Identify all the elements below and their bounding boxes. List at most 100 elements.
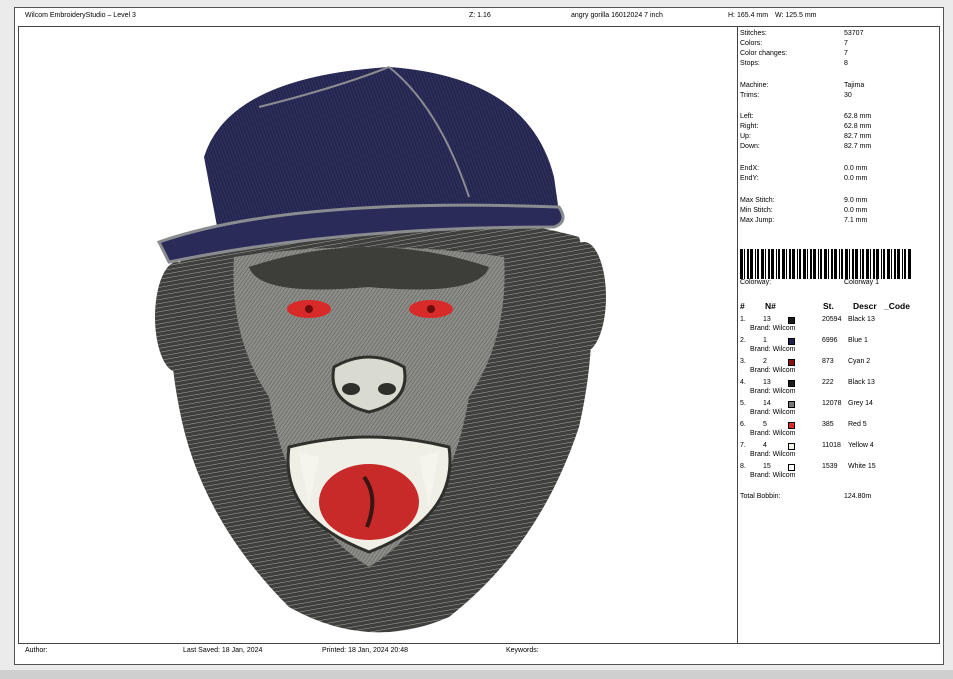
stat-label: Color changes: [740, 50, 788, 57]
col-needle-header: N# [765, 301, 776, 311]
print-preview-sheet: Wilcom EmbroideryStudio – Level 3 Z: 1.1… [14, 7, 944, 665]
row-stitches: 1539 [822, 463, 838, 470]
row-brand: Brand: Wilcom [750, 430, 796, 437]
barcode-bar [776, 249, 777, 279]
barcode-bar [902, 249, 903, 279]
barcode-bar [744, 249, 745, 279]
row-stitches: 385 [822, 421, 834, 428]
thread-color-swatch [788, 317, 795, 324]
last-saved: Last Saved: 18 Jan, 2024 [183, 647, 263, 654]
barcode-bar [792, 249, 795, 279]
stat-value: 0.0 mm [844, 175, 868, 182]
row-brand: Brand: Wilcom [750, 409, 796, 416]
barcode-bar [908, 249, 911, 279]
barcode-bar [887, 249, 890, 279]
panel-divider [737, 27, 738, 643]
row-stitches: 11018 [822, 442, 841, 449]
barcode-bar [876, 249, 879, 279]
row-brand: Brand: Wilcom [750, 388, 796, 395]
row-stitches: 12078 [822, 400, 842, 407]
row-index: 6. [740, 421, 746, 428]
stat-row: Down: 82.7 mm [740, 143, 940, 152]
stat-row: Max Stitch: 9.0 mm [740, 197, 940, 206]
row-index: 7. [740, 442, 746, 449]
barcode-bar [803, 249, 806, 279]
stat-value: 7 [844, 50, 848, 57]
stat-row: Colors: 7 [740, 40, 940, 49]
row-needle: 15 [763, 463, 771, 470]
stat-row: EndY: 0.0 mm [740, 175, 940, 184]
col-code-header: _Code [884, 301, 910, 311]
window-status-strip [0, 670, 953, 679]
total-bobbin-label: Total Bobbin: [740, 493, 781, 500]
row-needle: 2 [763, 358, 767, 365]
zoom-readout: Z: 1.16 [469, 12, 491, 19]
row-description: Cyan 2 [848, 358, 871, 365]
stat-value: 7.1 mm [844, 217, 868, 224]
stat-row: Color changes: 7 [740, 50, 940, 59]
barcode-bar [831, 249, 833, 279]
stat-label: Max Stitch: [740, 197, 775, 204]
stat-value: 53707 [844, 30, 864, 37]
stat-value: 8 [844, 60, 848, 67]
stat-label: Colors: [740, 40, 763, 47]
row-description: Black 13 [848, 379, 875, 386]
stat-row: Left: 62.8 mm [740, 113, 940, 122]
thread-color-swatch [788, 443, 795, 450]
stat-value: 30 [844, 92, 852, 99]
barcode-bar [797, 249, 798, 279]
barcode-bar [828, 249, 829, 279]
row-needle: 5 [763, 421, 767, 428]
row-needle: 4 [763, 442, 767, 449]
barcode-bar [845, 249, 848, 279]
barcode-bar [818, 249, 819, 279]
row-index: 5. [740, 400, 746, 407]
stat-label: Stops: [740, 60, 760, 67]
barcode-bar [789, 249, 791, 279]
barcode-bar [881, 249, 882, 279]
barcode-bar [870, 249, 871, 279]
row-stitches: 6996 [822, 337, 838, 344]
stat-value: 82.7 mm [844, 143, 872, 150]
row-stitches: 222 [822, 379, 834, 386]
stat-label: Left: [740, 113, 754, 120]
col-index-header: # [740, 301, 745, 311]
barcode-bar [841, 249, 843, 279]
row-description: Red 5 [848, 421, 867, 428]
colorway-label: Colorway: [740, 279, 772, 286]
row-index: 8. [740, 463, 746, 470]
stat-row: Trims: 30 [740, 92, 940, 101]
barcode-bar [757, 249, 759, 279]
row-description: Blue 1 [848, 337, 868, 344]
stat-label: Machine: [740, 82, 769, 89]
stat-label: EndX: [740, 165, 760, 172]
stat-label: Max Jump: [740, 217, 775, 224]
author-field: Author: [25, 647, 48, 654]
barcode-bar [782, 249, 785, 279]
barcode-bar [813, 249, 816, 279]
barcode-bar [761, 249, 764, 279]
row-stitches: 20594 [822, 316, 842, 323]
row-brand: Brand: Wilcom [750, 325, 796, 332]
stat-row: Right: 62.8 mm [740, 123, 940, 132]
barcode-bar [824, 249, 827, 279]
stat-label: Stitches: [740, 30, 767, 37]
printed-date: Printed: 18 Jan, 2024 20:48 [322, 647, 409, 654]
row-description: Grey 14 [848, 400, 873, 407]
barcode-bar [860, 249, 861, 279]
thread-color-swatch [788, 422, 795, 429]
barcode-bar [904, 249, 906, 279]
barcode-bar [866, 249, 869, 279]
barcode-bar [750, 249, 753, 279]
thread-color-swatch [788, 359, 795, 366]
barcode-bar [834, 249, 837, 279]
thread-color-swatch [788, 464, 795, 471]
design-frame: Stitches: 53707 Colors: 7 Color changes: 7 Sto… [18, 26, 940, 644]
stat-label: EndY: [740, 175, 759, 182]
design-width: W: 125.5 mm [775, 12, 817, 19]
barcode-bar [778, 249, 780, 279]
stat-row: Max Jump: 7.1 mm [740, 217, 940, 226]
row-index: 1. [740, 316, 746, 323]
thread-color-swatch [788, 380, 795, 387]
barcode-bar [768, 249, 770, 279]
